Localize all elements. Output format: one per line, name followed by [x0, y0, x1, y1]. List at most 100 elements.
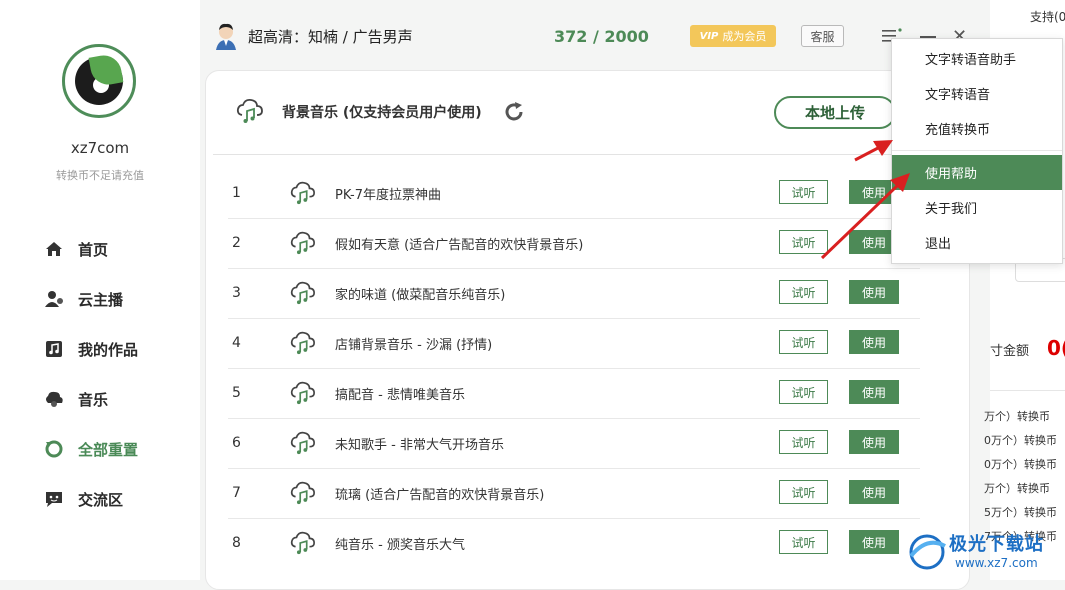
vip-label: 成为会员 [722, 30, 767, 43]
menu-item-about[interactable]: 关于我们 [892, 190, 1062, 225]
support-text: 支持(0 [1030, 10, 1065, 24]
top-header: 超高清：知楠 / 广告男声 372 / 2000 VIP 成为会员 客服 ✕ [200, 0, 990, 70]
app-logo [62, 44, 136, 118]
vip-button[interactable]: VIP 成为会员 [690, 25, 776, 47]
cloud-music-icon [290, 180, 316, 206]
use-button[interactable]: 使用 [849, 280, 899, 304]
background-music-panel: 背景音乐 (仅支持会员用户使用) 本地上传 1 PK-7年度拉票神曲 试听 使用… [205, 70, 970, 590]
row-number: 6 [232, 435, 241, 451]
cloud-music-icon [290, 280, 316, 306]
pay-amount: 0( [1047, 336, 1065, 360]
menu-item-exit[interactable]: 退出 [892, 225, 1062, 260]
anchor-icon [44, 289, 64, 309]
sidebar-item-label: 交流区 [78, 490, 124, 509]
cloud-music-icon [290, 230, 316, 256]
row-number: 2 [232, 235, 241, 251]
music-row: 8 纯音乐 - 颁奖音乐大气 试听 使用 [206, 519, 971, 569]
sidebar-item-music[interactable]: 音乐 [44, 385, 194, 413]
menu-item-recharge[interactable]: 充值转换币 [892, 111, 1062, 146]
sidebar-item-label: 全部重置 [78, 440, 139, 459]
music-title: 搞配音 - 悲情唯美音乐 [335, 388, 465, 403]
sidebar: xz7com 转换币不足请充值 首页 云主播 我的作品 音乐 全部重置 交流区 [0, 0, 200, 580]
brand-name: xz7com [70, 139, 130, 157]
home-icon [44, 239, 64, 259]
music-title: 家的味道 (做菜配音乐纯音乐) [335, 288, 506, 303]
pay-amount-label: 寸金额 [990, 344, 1030, 359]
divider [213, 154, 963, 155]
menu-item-tts-assistant[interactable]: 文字转语音助手 [892, 41, 1062, 76]
row-number: 1 [232, 185, 241, 201]
music-row: 7 琉璃 (适合广告配音的欢快背景音乐) 试听 使用 [206, 469, 971, 519]
use-button[interactable]: 使用 [849, 430, 899, 454]
package-item[interactable]: 0万个）转换币 [984, 432, 1057, 448]
music-row: 4 店铺背景音乐 - 沙漏 (抒情) 试听 使用 [206, 319, 971, 369]
package-item[interactable]: 0万个）转换币 [984, 456, 1057, 472]
brand-subtitle: 转换币不足请充值 [56, 169, 144, 182]
sidebar-item-label: 云主播 [78, 290, 124, 309]
listen-button[interactable]: 试听 [779, 530, 828, 554]
listen-button[interactable]: 试听 [779, 430, 828, 454]
listen-button[interactable]: 试听 [779, 480, 828, 504]
vip-tag: VIP [699, 30, 719, 42]
local-upload-button[interactable]: 本地上传 [774, 96, 896, 129]
cloud-music-icon [290, 380, 316, 406]
listen-button[interactable]: 试听 [779, 230, 828, 254]
sidebar-item-anchor[interactable]: 云主播 [44, 285, 194, 313]
package-item[interactable]: 5万个）转换币 [984, 504, 1057, 520]
music-row: 3 家的味道 (做菜配音乐纯音乐) 试听 使用 [206, 269, 971, 319]
music-row: 6 未知歌手 - 非常大气开场音乐 试听 使用 [206, 419, 971, 469]
sidebar-item-label: 音乐 [78, 390, 109, 409]
cloud-music-icon [290, 480, 316, 506]
reset-icon [44, 439, 64, 459]
use-button[interactable]: 使用 [849, 530, 899, 554]
music-row: 1 PK-7年度拉票神曲 试听 使用 [206, 169, 971, 219]
music-icon [44, 389, 64, 409]
music-title: 琉璃 (适合广告配音的欢快背景音乐) [335, 488, 545, 503]
word-count: 372 / 2000 [554, 27, 649, 46]
sidebar-item-label: 首页 [78, 240, 109, 259]
voice-selector[interactable]: 超高清：知楠 / 广告男声 [248, 26, 413, 47]
music-title: 未知歌手 - 非常大气开场音乐 [335, 438, 504, 453]
sidebar-item-home[interactable]: 首页 [44, 235, 194, 263]
music-title: 假如有天意 (适合广告配音的欢快背景音乐) [335, 238, 584, 253]
music-title: PK-7年度拉票神曲 [335, 188, 441, 203]
listen-button[interactable]: 试听 [779, 380, 828, 404]
app-window: xz7com 转换币不足请充值 首页 云主播 我的作品 音乐 全部重置 交流区 … [0, 0, 1065, 590]
row-number: 3 [232, 285, 241, 301]
sidebar-item-works[interactable]: 我的作品 [44, 335, 194, 363]
sidebar-item-chat[interactable]: 交流区 [44, 485, 194, 513]
music-title: 店铺背景音乐 - 沙漏 (抒情) [335, 338, 493, 353]
use-button[interactable]: 使用 [849, 480, 899, 504]
package-item[interactable]: 万个）转换币 [984, 408, 1050, 424]
use-button[interactable]: 使用 [849, 330, 899, 354]
package-item[interactable]: 万个）转换币 [984, 480, 1050, 496]
sidebar-item-label: 我的作品 [78, 340, 139, 359]
row-number: 7 [232, 485, 241, 501]
voice-avatar [214, 22, 238, 50]
music-title: 纯音乐 - 颁奖音乐大气 [335, 538, 465, 553]
cloud-music-icon [236, 97, 264, 125]
menu-item-help[interactable]: 使用帮助 [892, 155, 1062, 190]
music-row: 2 假如有天意 (适合广告配音的欢快背景音乐) 试听 使用 [206, 219, 971, 269]
cloud-music-icon [290, 430, 316, 456]
refresh-icon[interactable] [503, 101, 525, 128]
menu-item-tts[interactable]: 文字转语音 [892, 76, 1062, 111]
watermark-title: 极光下载站 [949, 534, 1044, 555]
works-icon [44, 339, 64, 359]
watermark-logo-icon [909, 534, 946, 570]
listen-button[interactable]: 试听 [779, 280, 828, 304]
sidebar-item-reset[interactable]: 全部重置 [44, 435, 194, 463]
row-number: 5 [232, 385, 241, 401]
customer-service-button[interactable]: 客服 [801, 25, 844, 47]
row-number: 4 [232, 335, 241, 351]
cloud-music-icon [290, 530, 316, 556]
listen-button[interactable]: 试听 [779, 180, 828, 204]
row-number: 8 [232, 535, 241, 551]
panel-title: 背景音乐 (仅支持会员用户使用) [282, 105, 482, 121]
main-menu-dropdown: 文字转语音助手 文字转语音 充值转换币 使用帮助 关于我们 退出 [891, 38, 1063, 264]
cloud-music-icon [290, 330, 316, 356]
music-row: 5 搞配音 - 悲情唯美音乐 试听 使用 [206, 369, 971, 419]
listen-button[interactable]: 试听 [779, 330, 828, 354]
chat-icon [44, 489, 64, 509]
use-button[interactable]: 使用 [849, 380, 899, 404]
